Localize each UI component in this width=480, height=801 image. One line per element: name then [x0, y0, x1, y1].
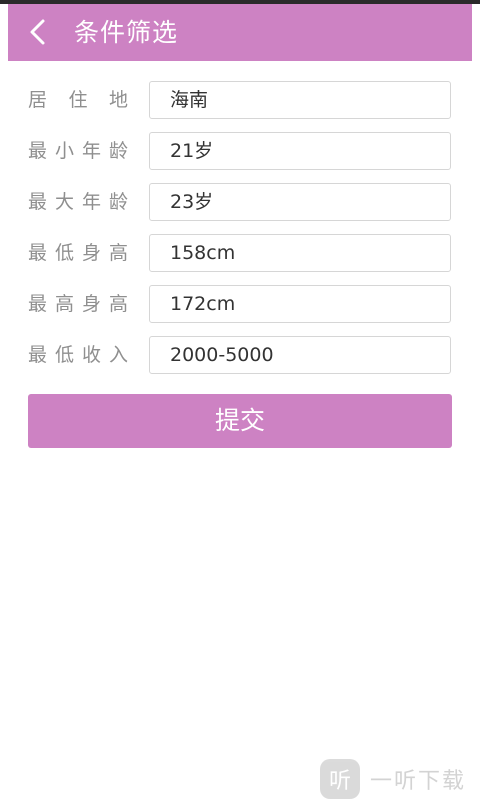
min-income-input[interactable]: 2000-5000	[149, 336, 451, 374]
watermark-text: 一听下载	[370, 769, 467, 794]
min-height-input[interactable]: 158cm	[149, 234, 451, 272]
label-char: 最	[28, 242, 48, 264]
label-char: 入	[108, 344, 128, 366]
back-button[interactable]	[22, 16, 54, 48]
top-bar: 条件筛选	[8, 4, 472, 61]
max-age-label: 最 大 年 龄	[28, 183, 128, 221]
label-char: 龄	[108, 140, 128, 162]
label-char: 龄	[108, 191, 128, 213]
label-char: 小	[54, 140, 74, 162]
label-char: 住	[68, 89, 88, 111]
max-height-input[interactable]: 172cm	[149, 285, 451, 323]
label-char: 高	[54, 293, 74, 315]
label-char: 高	[108, 242, 128, 264]
label-char: 居	[28, 89, 48, 111]
form-row-max-age: 最 大 年 龄 23岁	[0, 183, 480, 234]
label-char: 收	[81, 344, 101, 366]
min-height-label: 最 低 身 高	[28, 234, 128, 272]
filter-form: 居 住 地 海南 最 小 年 龄 21岁 最 大 年 龄 23岁 最 低 身 高…	[0, 81, 480, 387]
label-char: 身	[81, 293, 101, 315]
label-char: 年	[81, 140, 101, 162]
label-char: 年	[81, 191, 101, 213]
form-row-min-income: 最 低 收 入 2000-5000	[0, 336, 480, 387]
max-age-input[interactable]: 23岁	[149, 183, 451, 221]
watermark-badge-char: 听	[328, 769, 351, 794]
label-char: 最	[28, 140, 48, 162]
label-char: 最	[28, 344, 48, 366]
label-char: 最	[28, 191, 48, 213]
form-row-residence: 居 住 地 海南	[0, 81, 480, 132]
min-age-input[interactable]: 21岁	[149, 132, 451, 170]
residence-input[interactable]: 海南	[149, 81, 451, 119]
label-char: 大	[54, 191, 74, 213]
label-char: 低	[54, 344, 74, 366]
chevron-left-icon	[30, 19, 45, 45]
min-income-label: 最 低 收 入	[28, 336, 128, 374]
label-char: 高	[108, 293, 128, 315]
form-row-min-age: 最 小 年 龄 21岁	[0, 132, 480, 183]
label-char: 身	[81, 242, 101, 264]
form-row-max-height: 最 高 身 高 172cm	[0, 285, 480, 336]
watermark-logo-icon: 听	[320, 759, 360, 799]
form-row-min-height: 最 低 身 高 158cm	[0, 234, 480, 285]
submit-button[interactable]: 提交	[28, 394, 452, 448]
label-char: 低	[54, 242, 74, 264]
min-age-label: 最 小 年 龄	[28, 132, 128, 170]
watermark: 听 一听下载	[320, 757, 480, 801]
max-height-label: 最 高 身 高	[28, 285, 128, 323]
page-title: 条件筛选	[74, 18, 179, 47]
label-char: 最	[28, 293, 48, 315]
residence-label: 居 住 地	[28, 81, 128, 119]
label-char: 地	[108, 89, 128, 111]
